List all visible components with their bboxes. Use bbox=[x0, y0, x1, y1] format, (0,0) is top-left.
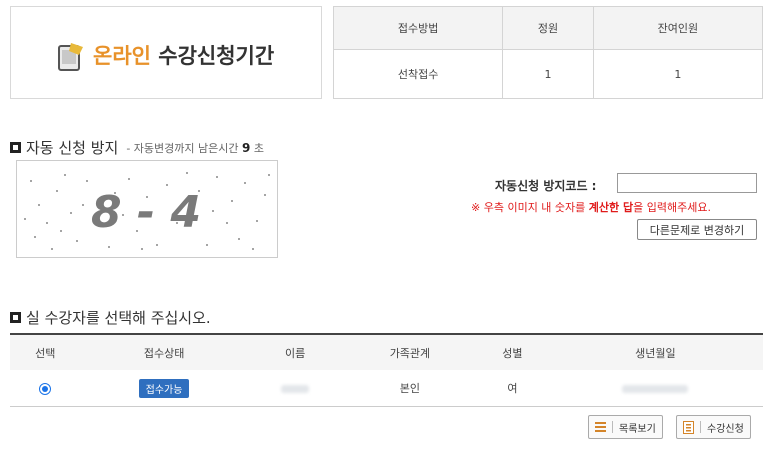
bullet-square-icon bbox=[10, 312, 21, 323]
cell-capacity: 1 bbox=[502, 49, 594, 99]
select-radio[interactable] bbox=[39, 382, 52, 395]
list-button[interactable]: 목록보기 bbox=[588, 415, 663, 439]
auto-block-heading: 자동 신청 방지 - 자동변경까지 남은시간 9 초 bbox=[10, 137, 264, 158]
header-status: 접수상태 bbox=[80, 333, 248, 370]
enrollment-info-table: 접수방법 정원 잔여인원 선착접수 1 1 bbox=[332, 6, 764, 99]
cell-gender: 여 bbox=[477, 370, 548, 407]
header-method: 접수방법 bbox=[332, 6, 504, 50]
student-table: 선택 접수상태 이름 가족관계 성별 생년월일 접수가능 본인 여 bbox=[10, 333, 763, 407]
list-icon bbox=[595, 422, 606, 432]
header-remaining: 잔여인원 bbox=[592, 6, 764, 50]
change-question-button[interactable]: 다른문제로 변경하기 bbox=[637, 219, 757, 240]
header-birthdate: 생년월일 bbox=[547, 333, 763, 370]
cell-relation: 본인 bbox=[342, 370, 478, 407]
banner-title: 온라인 수강신청기간 bbox=[93, 44, 275, 68]
timer-text: - 자동변경까지 남은시간 9 초 bbox=[126, 140, 264, 155]
apply-button[interactable]: 수강신청 bbox=[676, 415, 751, 439]
header-relation: 가족관계 bbox=[342, 333, 478, 370]
code-label: 자동신청 방지코드 : bbox=[495, 179, 597, 193]
cell-remaining: 1 bbox=[592, 49, 764, 99]
captcha-text: 8 - 4 bbox=[91, 187, 201, 238]
captcha-code-input[interactable] bbox=[617, 173, 757, 193]
online-monitor-icon bbox=[58, 43, 83, 71]
birthdate-redacted bbox=[622, 384, 689, 393]
status-badge: 접수가능 bbox=[138, 378, 190, 398]
captcha-image: 8 - 4 bbox=[16, 160, 278, 258]
header-gender: 성별 bbox=[477, 333, 548, 370]
bullet-square-icon bbox=[10, 142, 21, 153]
document-icon bbox=[683, 420, 694, 434]
table-row[interactable]: 접수가능 본인 여 bbox=[10, 370, 763, 407]
captcha-notice: ※ 우측 이미지 내 숫자를 계산한 답을 입력해주세요. bbox=[471, 201, 711, 214]
name-redacted bbox=[281, 384, 310, 393]
header-select: 선택 bbox=[10, 333, 81, 370]
period-banner: 온라인 수강신청기간 bbox=[10, 6, 322, 99]
cell-method: 선착접수 bbox=[332, 49, 504, 99]
header-name: 이름 bbox=[247, 333, 343, 370]
student-heading: 실 수강자를 선택해 주십시오. bbox=[10, 307, 211, 328]
header-capacity: 정원 bbox=[502, 6, 594, 50]
